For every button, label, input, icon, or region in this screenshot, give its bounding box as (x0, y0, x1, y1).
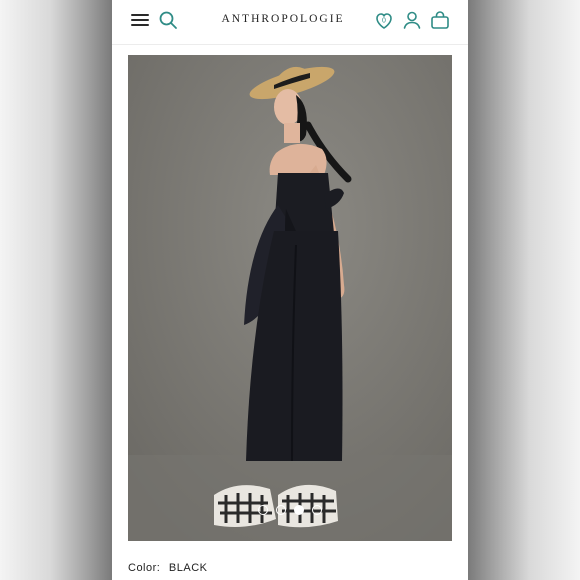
brand-logo[interactable]: ANTHROPOLOGIE (208, 10, 358, 28)
phone-screen: ANTHROPOLOGIE 0 Color: BLACK (112, 0, 468, 580)
carousel-dot-1[interactable] (258, 505, 268, 515)
color-label: Color: (128, 562, 161, 574)
carousel-dot-3[interactable] (294, 505, 304, 515)
background-left (0, 0, 112, 580)
carousel-dot-2[interactable] (276, 505, 286, 515)
wishlist-count: 0 (382, 18, 386, 25)
product-photo (128, 55, 452, 541)
search-icon[interactable] (156, 8, 180, 32)
account-icon[interactable] (400, 8, 424, 32)
shopping-bag-icon[interactable] (428, 8, 452, 32)
site-header: ANTHROPOLOGIE 0 (112, 0, 468, 45)
menu-icon[interactable] (128, 8, 152, 32)
product-image[interactable] (128, 55, 452, 541)
wishlist-heart-icon[interactable]: 0 (372, 8, 396, 32)
carousel-dot-4[interactable] (312, 505, 322, 515)
carousel-dots (128, 505, 452, 519)
color-value: BLACK (168, 562, 208, 574)
background-right (468, 0, 580, 580)
color-selection: Color: BLACK (128, 562, 212, 574)
